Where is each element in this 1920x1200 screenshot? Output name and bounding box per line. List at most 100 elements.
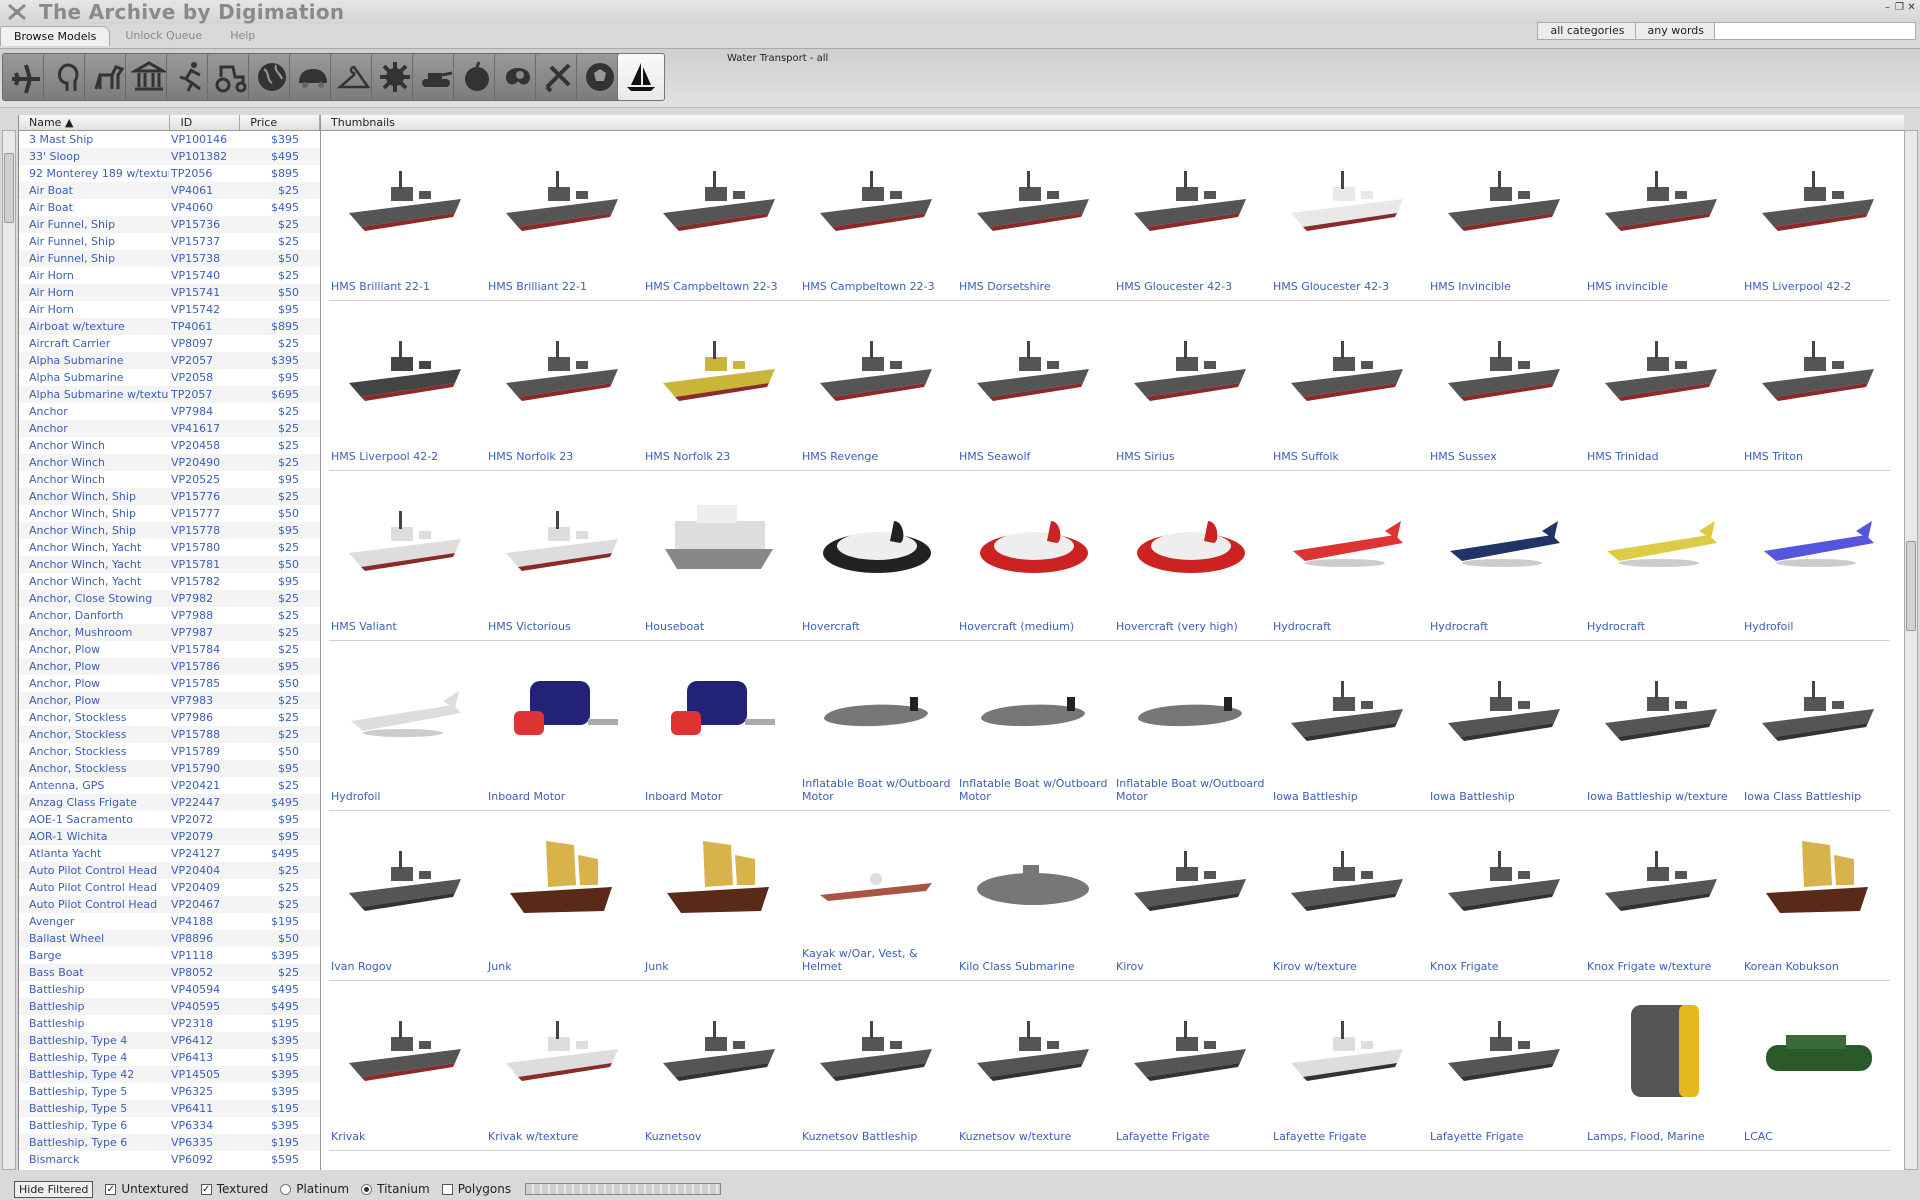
list-row[interactable]: Anchor, Plow VP7983 $25 [19, 692, 320, 709]
list-scrollbar-thumb[interactable] [4, 153, 14, 223]
list-row[interactable]: Airboat w/texture TP4061 $895 [19, 318, 320, 335]
thumbnail-card[interactable]: Lafayette Frigate [1428, 981, 1585, 1151]
thumbnail-card[interactable]: Iowa Class Battleship [1742, 641, 1899, 811]
list-row[interactable]: Auto Pilot Control Head VP20404 $25 [19, 862, 320, 879]
thumbnail-card[interactable]: Kayak w/Oar, Vest, & Helmet [800, 811, 957, 981]
platinum-radio[interactable]: Platinum [280, 1182, 349, 1196]
thumbnail-card[interactable]: Kuznetsov w/texture [957, 981, 1114, 1151]
list-row[interactable]: Anchor, Plow VP15785 $50 [19, 675, 320, 692]
thumbnail-card[interactable]: Iowa Battleship [1428, 641, 1585, 811]
thumbnail-card[interactable]: Inboard Motor [486, 641, 643, 811]
list-row[interactable]: Anchor, Plow VP15786 $95 [19, 658, 320, 675]
textured-checkbox[interactable]: ✓ Textured [200, 1182, 268, 1196]
thumbnail-card[interactable]: Kirov [1114, 811, 1271, 981]
thumbnail-card[interactable]: Inflatable Boat w/Outboard Motor [800, 641, 957, 811]
column-header-id[interactable]: ID [170, 115, 241, 130]
thumbnail-card[interactable]: HMS Gloucester 42-3 [1114, 131, 1271, 301]
thumbnail-card[interactable]: HMS Brilliant 22-1 [329, 131, 486, 301]
list-row[interactable]: Battleship, Type 5 VP6325 $395 [19, 1083, 320, 1100]
list-row[interactable]: Anchor Winch VP20525 $95 [19, 471, 320, 488]
titanium-radio[interactable]: Titanium [361, 1182, 430, 1196]
thumbnail-card[interactable]: HMS Brilliant 22-1 [486, 131, 643, 301]
thumbnail-scrollbar-thumb[interactable] [1906, 541, 1916, 631]
thumbnail-card[interactable]: HMS Sussex [1428, 301, 1585, 471]
list-row[interactable]: Battleship, Type 6 VP6335 $195 [19, 1134, 320, 1151]
thumbnail-card[interactable]: Ivan Rogov [329, 811, 486, 981]
thumbnail-card[interactable]: Inflatable Boat w/Outboard Motor [957, 641, 1114, 811]
thumbnail-card[interactable]: Kirov w/texture [1271, 811, 1428, 981]
list-row[interactable]: Anchor Winch, Ship VP15778 $95 [19, 522, 320, 539]
list-row[interactable]: Bismarck VP6092 $595 [19, 1151, 320, 1168]
thumbnail-card[interactable]: Hydrofoil [329, 641, 486, 811]
list-row[interactable]: Aircraft Carrier VP8097 $25 [19, 335, 320, 352]
search-input[interactable] [1715, 23, 1915, 39]
list-row[interactable]: Alpha Submarine VP2057 $395 [19, 352, 320, 369]
list-row[interactable]: Air Funnel, Ship VP15738 $50 [19, 250, 320, 267]
tab-browse-models[interactable]: Browse Models [0, 26, 111, 46]
column-header-price[interactable]: Price [240, 115, 320, 130]
list-row[interactable]: Anchor Winch, Yacht VP15780 $25 [19, 539, 320, 556]
list-row[interactable]: Air Boat VP4060 $495 [19, 199, 320, 216]
thumbnail-card[interactable]: HMS Dorsetshire [957, 131, 1114, 301]
category-filter-button[interactable]: all categories [1538, 23, 1636, 39]
list-row[interactable]: Anchor Winch, Ship VP15777 $50 [19, 505, 320, 522]
list-row[interactable]: Battleship VP2318 $195 [19, 1015, 320, 1032]
thumbnail-card[interactable]: Krivak w/texture [486, 981, 643, 1151]
thumbnail-card[interactable]: Hydrocraft [1585, 471, 1742, 641]
thumbnail-card[interactable]: HMS Invincible [1428, 131, 1585, 301]
list-row[interactable]: Alpha Submarine w/texture TP2057 $695 [19, 386, 320, 403]
list-row[interactable]: Battleship VP40594 $495 [19, 981, 320, 998]
list-row[interactable]: Anchor, Stockless VP15790 $95 [19, 760, 320, 777]
match-mode-button[interactable]: any words [1636, 23, 1715, 39]
list-row[interactable]: Anchor, Stockless VP15789 $50 [19, 743, 320, 760]
list-row[interactable]: AOE-1 Sacramento VP2072 $95 [19, 811, 320, 828]
category-button-sailboat[interactable] [617, 53, 665, 101]
thumbnail-card[interactable]: Lafayette Frigate [1271, 981, 1428, 1151]
thumbnail-card[interactable]: Hydrofoil [1742, 471, 1899, 641]
list-scrollbar[interactable] [2, 130, 16, 1170]
list-row[interactable]: Air Funnel, Ship VP15736 $25 [19, 216, 320, 233]
list-row[interactable]: Anchor Winch, Ship VP15776 $25 [19, 488, 320, 505]
list-row[interactable]: Anchor Winch VP20490 $25 [19, 454, 320, 471]
list-row[interactable]: Air Horn VP15741 $50 [19, 284, 320, 301]
minimize-icon[interactable]: – [1883, 2, 1892, 13]
list-row[interactable]: Battleship, Type 4 VP6412 $395 [19, 1032, 320, 1049]
thumbnail-card[interactable]: HMS Sirius [1114, 301, 1271, 471]
list-row[interactable]: Anchor, Danforth VP7988 $25 [19, 607, 320, 624]
thumbnail-card[interactable]: Kuznetsov Battleship [800, 981, 957, 1151]
list-row[interactable]: Battleship, Type 5 VP6411 $195 [19, 1100, 320, 1117]
list-row[interactable]: Anchor, Stockless VP7986 $25 [19, 709, 320, 726]
thumbnail-card[interactable]: Knox Frigate [1428, 811, 1585, 981]
list-row[interactable]: Auto Pilot Control Head VP20409 $25 [19, 879, 320, 896]
thumbnail-card[interactable]: Kuznetsov [643, 981, 800, 1151]
thumbnail-card[interactable]: HMS Liverpool 42-2 [329, 301, 486, 471]
restore-icon[interactable]: ❐ [1895, 2, 1904, 13]
thumbnail-card[interactable]: Hovercraft (very high) [1114, 471, 1271, 641]
tab-help[interactable]: Help [217, 26, 268, 46]
list-row[interactable]: Air Funnel, Ship VP15737 $25 [19, 233, 320, 250]
thumbnail-card[interactable]: Houseboat [643, 471, 800, 641]
thumbnail-card[interactable]: Inflatable Boat w/Outboard Motor [1114, 641, 1271, 811]
thumbnail-card[interactable]: HMS Revenge [800, 301, 957, 471]
thumbnail-card[interactable]: HMS Campbeltown 22-3 [800, 131, 957, 301]
thumbnail-card[interactable]: HMS Norfolk 23 [486, 301, 643, 471]
list-row[interactable]: 33' Sloop VP101382 $495 [19, 148, 320, 165]
list-row[interactable]: Anchor Winch VP20458 $25 [19, 437, 320, 454]
list-row[interactable]: Battleship VP40595 $495 [19, 998, 320, 1015]
list-row[interactable]: 92 Monterey 189 w/texture TP2056 $895 [19, 165, 320, 182]
list-row[interactable]: Air Horn VP15742 $95 [19, 301, 320, 318]
list-row[interactable]: Atlanta Yacht VP24127 $495 [19, 845, 320, 862]
list-row[interactable]: Anzag Class Frigate VP22447 $495 [19, 794, 320, 811]
list-row[interactable]: Anchor Winch, Yacht VP15781 $50 [19, 556, 320, 573]
thumbnail-card[interactable]: HMS Suffolk [1271, 301, 1428, 471]
thumbnail-card[interactable]: Hydrocraft [1428, 471, 1585, 641]
polygons-checkbox[interactable]: Polygons [441, 1182, 511, 1196]
thumbnail-card[interactable]: Iowa Battleship [1271, 641, 1428, 811]
list-row[interactable]: Anchor Winch, Yacht VP15782 $95 [19, 573, 320, 590]
column-header-name[interactable]: Name ▲ [19, 115, 171, 130]
thumbnail-card[interactable]: Hovercraft (medium) [957, 471, 1114, 641]
list-row[interactable]: Battleship, Type 6 VP6334 $395 [19, 1117, 320, 1134]
list-row[interactable]: Avenger VP4188 $195 [19, 913, 320, 930]
thumbnail-card[interactable]: Junk [643, 811, 800, 981]
thumbnail-card[interactable]: Lamps, Flood, Marine [1585, 981, 1742, 1151]
